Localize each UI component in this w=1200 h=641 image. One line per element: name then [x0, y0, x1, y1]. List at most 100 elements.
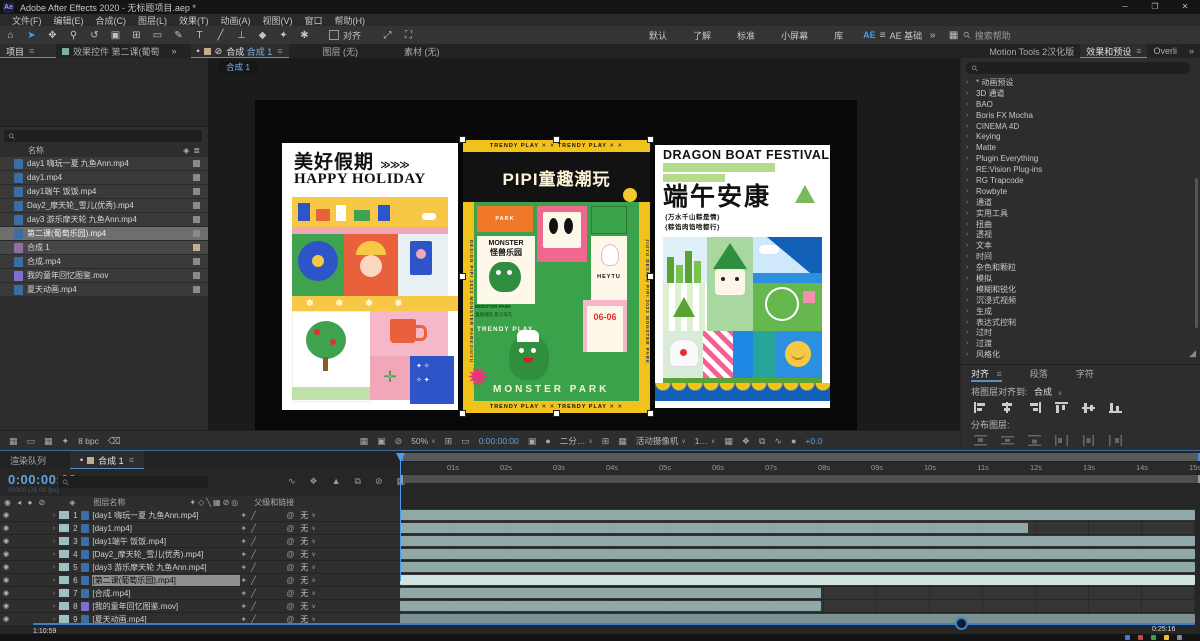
menu-item[interactable]: 窗口: [305, 14, 323, 27]
twirl-icon[interactable]: ›: [966, 340, 974, 347]
preview-lock-icon[interactable]: ▦: [360, 436, 369, 447]
effect-category-row[interactable]: › 沉浸式视频: [961, 295, 1193, 306]
pickwhip-icon[interactable]: @: [286, 550, 300, 559]
draft-3d-icon[interactable]: ❖: [310, 476, 318, 487]
resolution-dropdown[interactable]: 二分…: [560, 435, 586, 447]
twirl-icon[interactable]: ›: [53, 525, 55, 532]
hand-tool-icon[interactable]: ✥: [42, 30, 63, 41]
twirl-icon[interactable]: ›: [966, 199, 974, 206]
timeline-button-icon[interactable]: ⧉: [759, 436, 765, 447]
workspace-default[interactable]: 默认: [649, 29, 667, 42]
effect-category-row[interactable]: › 过时: [961, 327, 1193, 338]
rotate-tool-icon[interactable]: ↺: [84, 30, 105, 41]
type-tool-icon[interactable]: T: [189, 30, 210, 41]
effects-scrollbar[interactable]: [1195, 178, 1198, 328]
selection-handle[interactable]: [459, 410, 466, 417]
project-file-row[interactable]: Day2_摩天轮_雪儿(优秀).mp4: [0, 199, 208, 213]
twirl-icon[interactable]: ›: [966, 90, 974, 97]
project-file-row[interactable]: day1 嗨玩一夏 九鱼Ann.mp4: [0, 157, 208, 171]
label-color-swatch[interactable]: [59, 550, 69, 558]
twirl-icon[interactable]: ›: [966, 275, 974, 282]
align-bottom-button[interactable]: [1106, 401, 1124, 414]
capture-icon[interactable]: ▦: [943, 30, 964, 41]
grid-guides-icon[interactable]: ⊞: [445, 436, 453, 447]
home-icon[interactable]: ⌂: [0, 30, 21, 41]
layer-duration-bar[interactable]: [400, 562, 1195, 572]
twirl-icon[interactable]: ›: [53, 512, 55, 519]
zoom-tool-icon[interactable]: ⚲: [63, 30, 84, 41]
visibility-eye-icon[interactable]: ◉: [3, 576, 13, 584]
panel-menu-icon[interactable]: ≡: [29, 46, 34, 56]
layer-name[interactable]: [day1.mp4]: [92, 524, 240, 533]
layer-name[interactable]: [day1 嗨玩一夏 九鱼Ann.mp4]: [92, 510, 240, 521]
selection-handle[interactable]: [459, 273, 466, 280]
twirl-icon[interactable]: ›: [966, 319, 974, 326]
effect-category-row[interactable]: › 实用工具: [961, 208, 1193, 219]
selection-handle[interactable]: [647, 273, 654, 280]
project-flowchart-icon[interactable]: ✦: [62, 436, 70, 447]
project-list-header[interactable]: 名称 ◈ ≣: [0, 144, 208, 158]
workspace-ae[interactable]: AE: [863, 30, 876, 40]
view-layout-dropdown[interactable]: 1…: [695, 436, 708, 446]
new-composition-icon[interactable]: ▦: [44, 436, 53, 447]
tab-effect-controls[interactable]: 效果控件 第二课(葡萄: [56, 44, 166, 58]
parent-dropdown[interactable]: 无: [300, 549, 308, 560]
twirl-icon[interactable]: ›: [966, 351, 974, 358]
effect-category-row[interactable]: › Rowbyte: [961, 186, 1193, 197]
magnification-dropdown[interactable]: 50%: [411, 436, 428, 446]
layer-bar-track[interactable]: [400, 548, 1195, 561]
twirl-icon[interactable]: ›: [966, 112, 974, 119]
effect-category-row[interactable]: › Boris FX Mocha: [961, 110, 1193, 121]
menu-item[interactable]: 合成(C): [96, 14, 127, 27]
twirl-icon[interactable]: ›: [966, 101, 974, 108]
effect-category-row[interactable]: › Keying: [961, 131, 1193, 142]
effect-category-row[interactable]: › 模拟: [961, 273, 1193, 284]
menu-item[interactable]: 动画(A): [221, 14, 251, 27]
layer-row[interactable]: ◉ › 3 [day1端午 饭饭.mp4] ✦╱ @ 无 ∨: [0, 535, 400, 548]
twirl-icon[interactable]: ›: [966, 166, 974, 173]
workspace-libraries[interactable]: 库: [834, 29, 843, 42]
list-column-icon[interactable]: ≣: [193, 146, 200, 155]
file-check-swatch[interactable]: [193, 160, 200, 167]
pickwhip-icon[interactable]: @: [286, 524, 300, 533]
distribute-left-button[interactable]: [1052, 434, 1070, 447]
visibility-eye-icon[interactable]: ◉: [3, 589, 13, 597]
align-left-button[interactable]: [971, 401, 989, 414]
workspace-menu-icon[interactable]: ≡: [876, 30, 890, 41]
label-color-swatch[interactable]: [59, 576, 69, 584]
twirl-icon[interactable]: ›: [966, 210, 974, 217]
layer-switches[interactable]: ✦╱: [240, 576, 286, 585]
file-check-swatch[interactable]: [193, 188, 200, 195]
parent-dropdown[interactable]: 无: [300, 601, 308, 612]
file-check-swatch[interactable]: [193, 244, 200, 251]
layer-name[interactable]: [day1端午 饭饭.mp4]: [92, 536, 240, 547]
flowchart-icon[interactable]: ∿: [774, 436, 782, 447]
layer-duration-bar[interactable]: [400, 575, 1195, 585]
label-color-swatch[interactable]: [59, 615, 69, 623]
puppet-tool-icon[interactable]: ✱: [294, 30, 315, 41]
label-color-swatch[interactable]: [59, 524, 69, 532]
distribute-hcenter-button[interactable]: [1079, 434, 1097, 447]
tab-composition[interactable]: • ⊘ 合成 合成 1 ≡: [191, 44, 289, 58]
label-color-swatch[interactable]: [59, 537, 69, 545]
workspace-ae-basic[interactable]: AE 基础: [890, 29, 923, 42]
menu-item[interactable]: 效果(T): [179, 14, 209, 27]
visibility-eye-icon[interactable]: ◉: [3, 563, 13, 571]
twirl-icon[interactable]: ›: [966, 133, 974, 140]
effect-category-row[interactable]: › RE:Vision Plug-ins: [961, 164, 1193, 175]
layer-switches[interactable]: ✦╱: [240, 537, 286, 546]
twirl-icon[interactable]: ›: [53, 538, 55, 545]
visibility-eye-icon[interactable]: ◉: [3, 537, 13, 545]
layer-row[interactable]: ◉ › 1 [day1 嗨玩一夏 九鱼Ann.mp4] ✦╱ @ 无 ∨: [0, 509, 400, 522]
layer-bar-track[interactable]: [400, 561, 1195, 574]
selection-tool-icon[interactable]: ➤: [21, 30, 42, 41]
layer-bar-track[interactable]: [400, 600, 1195, 613]
project-file-row[interactable]: 合成 1: [0, 241, 208, 255]
layer-switches[interactable]: ✦╱: [240, 602, 286, 611]
layer-duration-bar[interactable]: [400, 536, 1195, 546]
effect-category-row[interactable]: › BAO: [961, 99, 1193, 110]
selection-handle[interactable]: [553, 410, 560, 417]
selection-handle[interactable]: [553, 136, 560, 143]
twirl-icon[interactable]: ›: [53, 616, 55, 623]
tab-align[interactable]: 对齐 ≡: [971, 367, 1002, 380]
